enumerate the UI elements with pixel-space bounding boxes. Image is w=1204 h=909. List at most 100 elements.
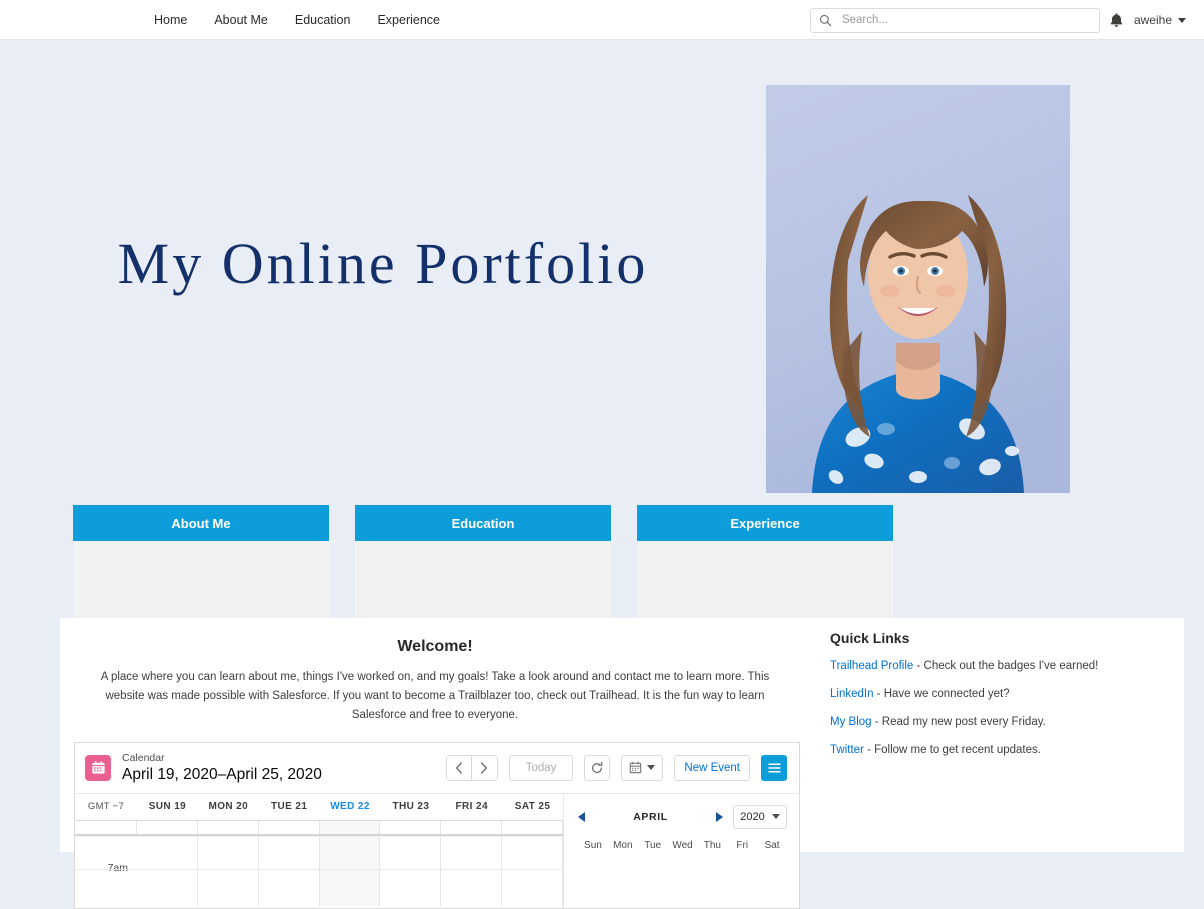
user-name: aweihe	[1133, 13, 1172, 27]
calendar-day-thu[interactable]: THU 23	[380, 801, 441, 812]
calendar-prev-button[interactable]	[445, 754, 472, 781]
card-header-experience[interactable]: Experience	[637, 505, 893, 541]
chevron-right-icon	[481, 762, 488, 774]
calendar-hour-cell[interactable]	[137, 835, 198, 906]
notifications-button[interactable]	[1100, 12, 1134, 28]
calendar-widget: Calendar April 19, 2020–April 25, 2020 T…	[74, 741, 800, 909]
new-event-button[interactable]: New Event	[674, 754, 750, 781]
search-input[interactable]	[841, 14, 1091, 26]
mini-calendar-month: APRIL	[633, 810, 668, 823]
quick-link-linkedin[interactable]: LinkedIn	[830, 688, 873, 700]
calendar-gridline	[75, 835, 563, 837]
quick-link-description: - Have we connected yet?	[873, 688, 1010, 700]
quick-link-item: Trailhead Profile - Check out the badges…	[830, 660, 1184, 672]
nav-item-home[interactable]: Home	[154, 13, 187, 27]
quick-links-column: Quick Links Trailhead Profile - Check ou…	[810, 618, 1184, 852]
calendar-hour-rows: 7am	[75, 835, 564, 906]
profile-photo	[766, 85, 1070, 493]
quick-link-item: LinkedIn - Have we connected yet?	[830, 688, 1184, 700]
main-nav: Home About Me Education Experience	[154, 13, 440, 27]
calendar-all-day-row	[75, 819, 564, 836]
chevron-left-icon	[455, 762, 462, 774]
user-menu[interactable]: aweihe	[1134, 13, 1192, 27]
mini-dow-tue: Tue	[644, 839, 662, 851]
calendar-gridline	[75, 868, 563, 870]
quick-link-description: - Check out the badges I've earned!	[913, 660, 1099, 672]
calendar-nav-group	[445, 754, 498, 781]
top-bar-right: aweihe	[809, 0, 1192, 40]
calendar-titles: Calendar April 19, 2020–April 25, 2020	[122, 752, 322, 785]
nav-item-experience[interactable]: Experience	[377, 13, 440, 27]
mini-calendar-dow-row: Sun Mon Tue Wed Thu Fri Sat	[578, 840, 787, 851]
search-box[interactable]	[809, 7, 1100, 33]
calendar-day-sat[interactable]: SAT 25	[502, 801, 563, 812]
mini-calendar-year-select[interactable]: 2020	[733, 804, 787, 829]
quick-link-description: - Read my new post every Friday.	[871, 716, 1046, 728]
calendar-menu-button[interactable]	[761, 754, 787, 781]
calendar-hour-label: 7am	[104, 861, 131, 874]
top-navigation-bar: Home About Me Education Experience aweih…	[0, 0, 1204, 40]
calendar-actions: Today New Event	[445, 754, 787, 781]
mini-calendar-header: APRIL 2020	[578, 804, 787, 830]
quick-link-item: My Blog - Read my new post every Friday.	[830, 716, 1184, 728]
chevron-down-icon	[771, 814, 780, 820]
all-day-cell[interactable]	[441, 820, 503, 834]
nav-item-education[interactable]: Education	[295, 13, 351, 27]
hamburger-icon	[767, 763, 781, 773]
nav-item-about-me[interactable]: About Me	[214, 13, 268, 27]
search-icon	[819, 14, 832, 26]
calendar-today-button[interactable]: Today	[508, 754, 574, 781]
all-day-gutter	[75, 820, 137, 834]
calendar-glyph-icon	[91, 761, 105, 774]
all-day-cell[interactable]	[380, 820, 442, 834]
calendar-hour-cell[interactable]	[380, 835, 442, 906]
calendar-view-icon	[630, 762, 642, 774]
calendar-icon	[85, 754, 111, 781]
quick-links-title: Quick Links	[830, 630, 910, 646]
calendar-kicker: Calendar	[122, 751, 165, 764]
welcome-heading: Welcome!	[397, 638, 473, 655]
refresh-icon	[592, 761, 603, 773]
mini-dow-thu: Thu	[703, 839, 721, 851]
calendar-hour-cell[interactable]	[441, 835, 503, 906]
quick-link-item: Twitter - Follow me to get recent update…	[830, 744, 1184, 756]
page-title: My Online Portfolio	[117, 231, 649, 296]
calendar-day-wed[interactable]: WED 22	[320, 801, 381, 812]
calendar-time-gutter: 7am	[75, 836, 137, 906]
mini-calendar: APRIL 2020 Sun Mon Tue Wed Thu Fri Sat	[564, 794, 799, 908]
calendar-refresh-button[interactable]	[584, 754, 611, 781]
all-day-cell[interactable]	[319, 820, 381, 834]
all-day-cell[interactable]	[137, 820, 198, 834]
main-content-panel: Welcome! A place where you can learn abo…	[60, 618, 1184, 909]
calendar-day-tue[interactable]: TUE 21	[259, 801, 320, 812]
quick-link-trailhead[interactable]: Trailhead Profile	[830, 660, 913, 672]
mini-dow-fri: Fri	[736, 839, 749, 851]
welcome-body: A place where you can learn about me, th…	[100, 671, 770, 721]
calendar-view-button[interactable]	[621, 754, 664, 781]
all-day-cell[interactable]	[198, 820, 259, 834]
quick-link-twitter[interactable]: Twitter	[830, 744, 864, 756]
calendar-day-sun[interactable]: SUN 19	[137, 801, 198, 812]
quick-link-blog[interactable]: My Blog	[830, 716, 872, 728]
calendar-hour-cell[interactable]	[502, 835, 564, 906]
mini-calendar-next-icon[interactable]	[716, 811, 723, 822]
mini-dow-sat: Sat	[764, 839, 780, 851]
calendar-hour-cell[interactable]	[198, 835, 259, 906]
mini-calendar-prev-icon[interactable]	[578, 811, 585, 822]
calendar-day-mon[interactable]: MON 20	[198, 801, 259, 812]
chevron-down-icon	[647, 765, 656, 771]
card-header-education[interactable]: Education	[355, 505, 611, 541]
mini-calendar-year-value: 2020	[740, 810, 765, 823]
calendar-body: GMT −7 SUN 19 MON 20 TUE 21 WED 22 THU 2…	[75, 793, 799, 908]
hero-section: My Online Portfolio About Me Education E…	[0, 40, 1204, 642]
calendar-week-grid: GMT −7 SUN 19 MON 20 TUE 21 WED 22 THU 2…	[75, 793, 564, 908]
calendar-day-fri[interactable]: FRI 24	[441, 801, 502, 812]
calendar-next-button[interactable]	[471, 754, 498, 781]
card-header-about-me[interactable]: About Me	[73, 505, 329, 541]
all-day-cell[interactable]	[502, 820, 564, 834]
calendar-hour-cell[interactable]	[319, 835, 381, 906]
all-day-cell[interactable]	[259, 820, 320, 834]
welcome-column: Welcome! A place where you can learn abo…	[60, 618, 810, 909]
calendar-hour-cell[interactable]	[259, 835, 320, 906]
calendar-header: Calendar April 19, 2020–April 25, 2020 T…	[75, 743, 799, 794]
